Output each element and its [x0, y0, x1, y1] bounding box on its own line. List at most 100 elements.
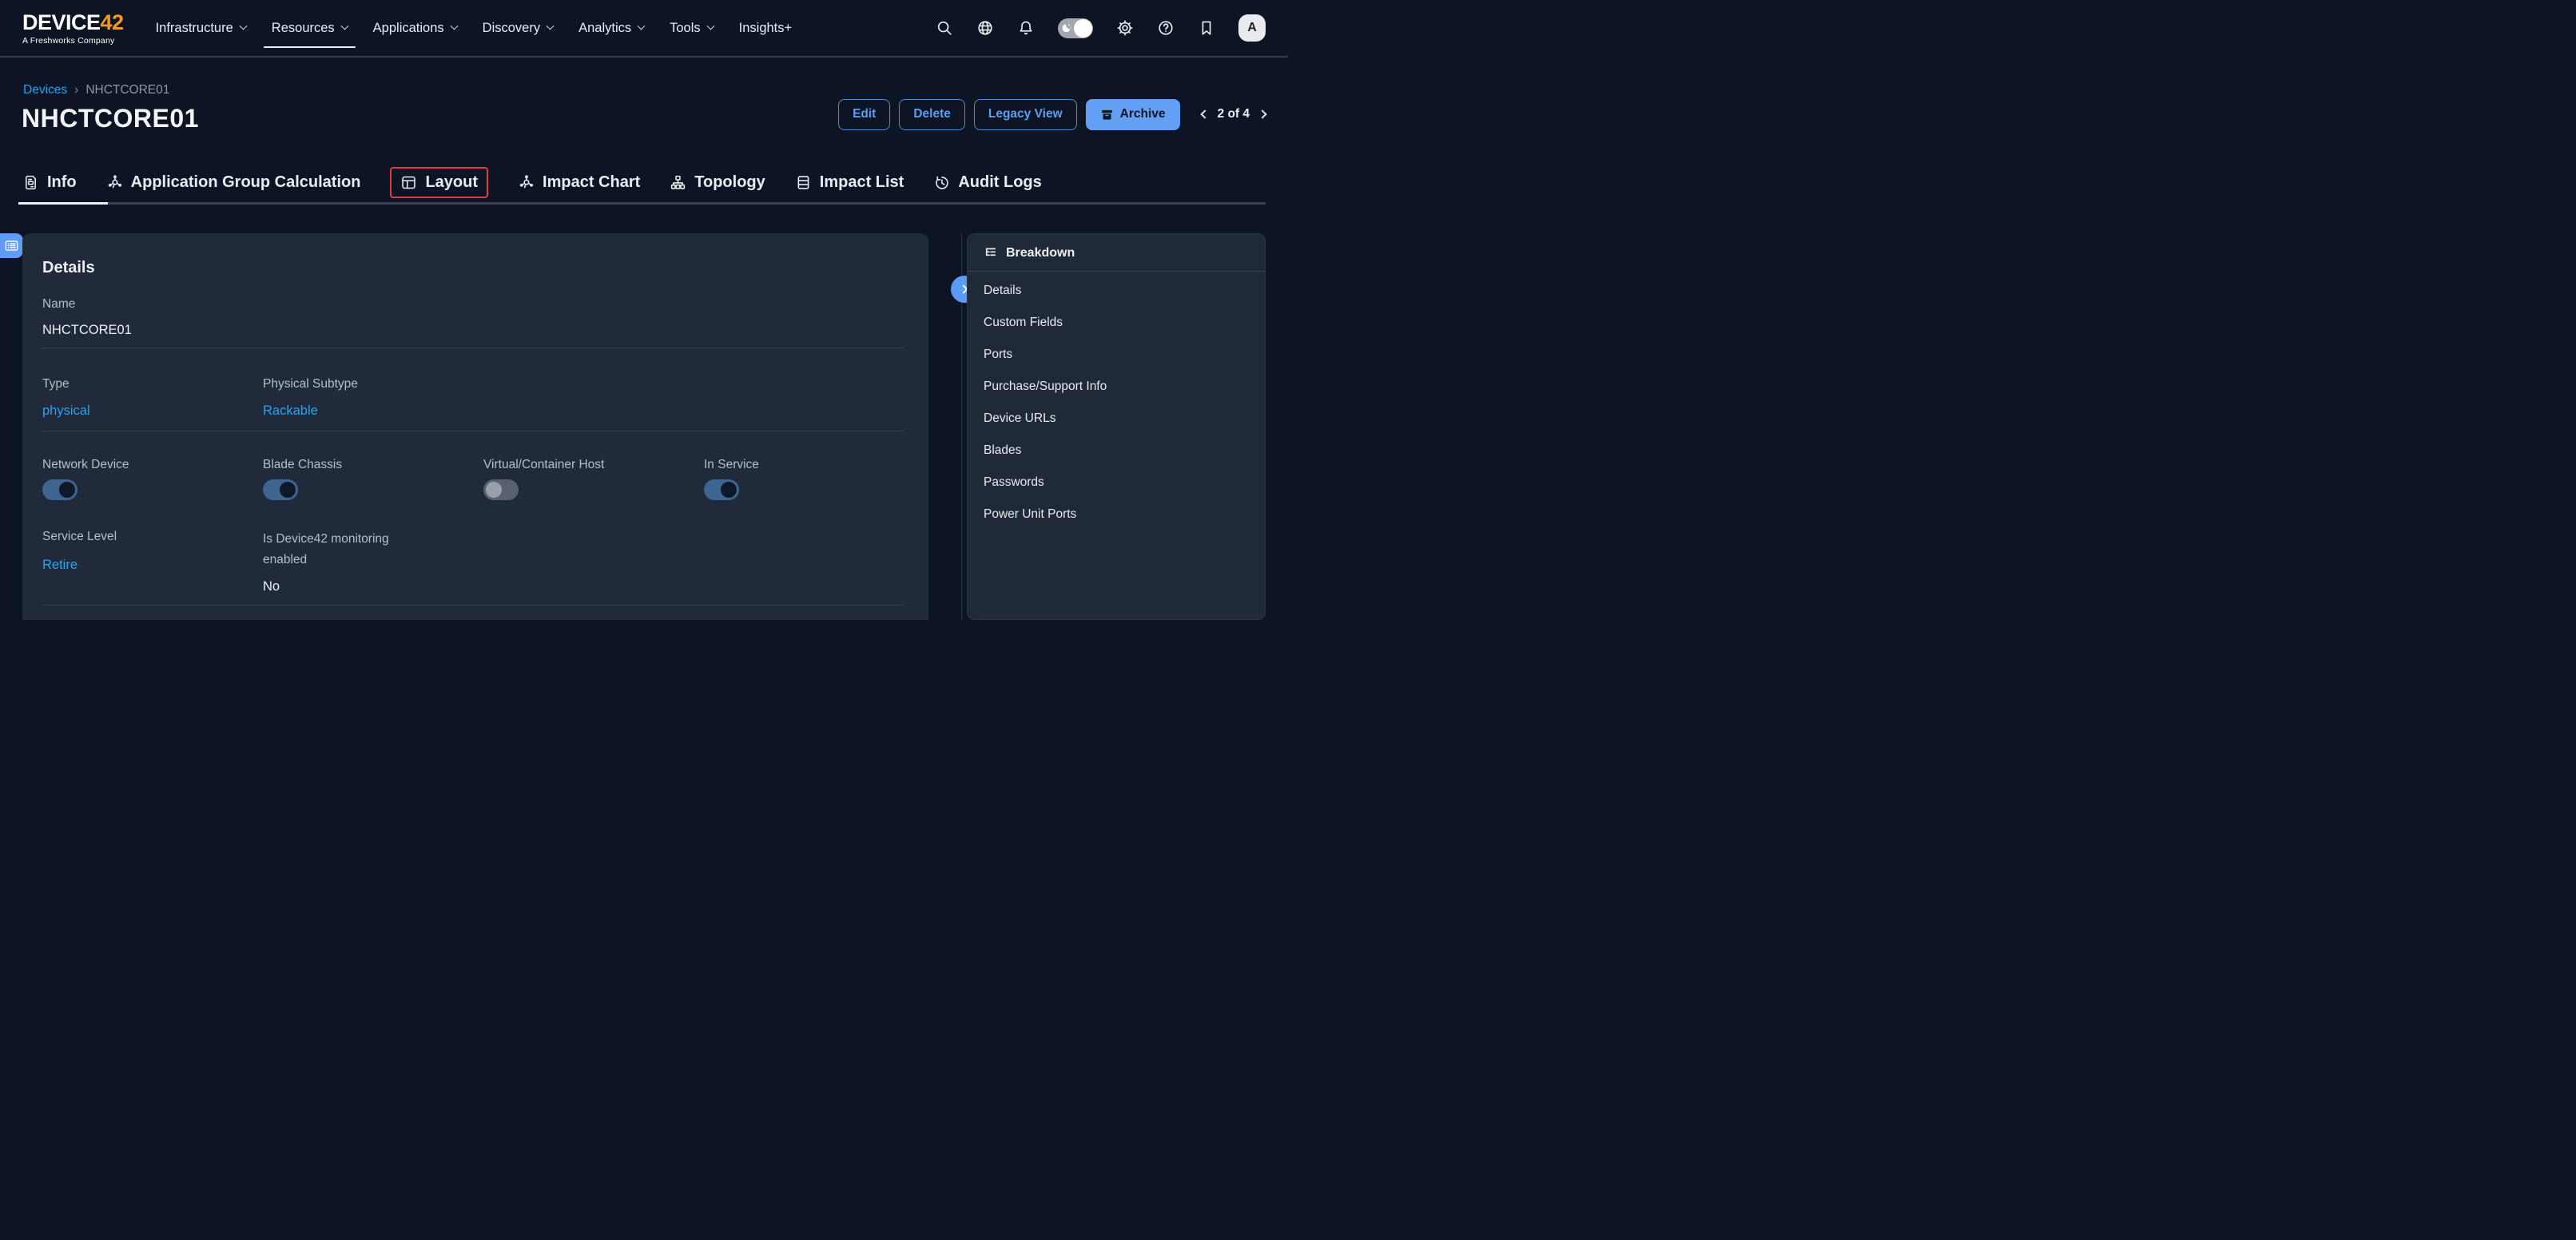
nav-item-resources[interactable]: Resources	[259, 0, 360, 56]
tab-application-group-calculation[interactable]: Application Group Calculation	[106, 173, 361, 192]
sitemap-icon	[670, 174, 686, 191]
breadcrumb: Devices › NHCTCORE01	[23, 83, 169, 97]
action-buttons: Edit Delete Legacy View Archive 2 of 4	[838, 99, 1266, 130]
nav-item-analytics[interactable]: Analytics	[566, 0, 657, 56]
page-title: NHCTCORE01	[22, 104, 199, 133]
monitoring-value: No	[263, 578, 483, 594]
in-service-label: In Service	[704, 457, 924, 472]
name-field: Name NHCTCORE01	[42, 296, 903, 338]
service-level-label: Service Level	[42, 529, 263, 544]
toggles-row: Network Device Blade Chassis Virtual/Con…	[42, 457, 903, 500]
device42-logo[interactable]: DEVICE 42 A Freshworks Company	[22, 10, 124, 46]
breadcrumb-current: NHCTCORE01	[85, 83, 169, 97]
nav-item-applications[interactable]: Applications	[360, 0, 470, 56]
gear-icon[interactable]	[1116, 19, 1134, 37]
archive-button[interactable]: Archive	[1086, 99, 1180, 130]
tab-topology[interactable]: Topology	[670, 173, 765, 192]
edit-button[interactable]: Edit	[838, 99, 890, 130]
nav-item-discovery[interactable]: Discovery	[470, 0, 566, 56]
breakdown-item-purchase-support-info[interactable]: Purchase/Support Info	[984, 380, 1249, 394]
type-value-link[interactable]: physical	[42, 403, 90, 419]
breakdown-item-passwords[interactable]: Passwords	[984, 475, 1249, 490]
device-pager: 2 of 4	[1202, 107, 1266, 121]
help-icon[interactable]	[1157, 19, 1175, 37]
network-device-label: Network Device	[42, 457, 263, 472]
in-service-field: In Service	[704, 457, 924, 500]
breakdown-item-device-urls[interactable]: Device URLs	[984, 411, 1249, 426]
history-icon	[933, 174, 950, 191]
chevron-down-icon	[239, 22, 247, 30]
moon-icon	[1060, 22, 1073, 35]
next-device-button[interactable]	[1258, 110, 1266, 119]
physical-subtype-label: Physical Subtype	[263, 376, 483, 391]
previous-device-button[interactable]	[1200, 110, 1209, 119]
blade-chassis-field: Blade Chassis	[263, 457, 483, 500]
breakdown-item-ports[interactable]: Ports	[984, 348, 1249, 362]
theme-toggle-knob	[1074, 19, 1092, 38]
tab-layout[interactable]: Layout	[400, 173, 478, 192]
document-icon	[22, 174, 39, 191]
breakdown-item-custom-fields[interactable]: Custom Fields	[984, 316, 1249, 330]
avatar[interactable]: A	[1238, 14, 1266, 42]
archive-icon	[1100, 108, 1114, 121]
tab-impact-chart[interactable]: Impact Chart	[518, 173, 640, 192]
logo-brand-accent: 42	[101, 10, 124, 35]
layout-icon	[400, 174, 417, 191]
type-row: Type physical Physical Subtype Rackable	[42, 376, 903, 419]
tab-impact-list[interactable]: Impact List	[795, 173, 904, 192]
breakdown-list: Details Custom Fields Ports Purchase/Sup…	[968, 272, 1265, 551]
chevron-down-icon	[450, 22, 458, 30]
divider	[42, 605, 903, 606]
network-icon	[106, 174, 123, 191]
service-level-row: Service Level Retire Is Device42 monitor…	[42, 529, 903, 594]
blade-chassis-toggle[interactable]	[263, 479, 298, 500]
delete-button[interactable]: Delete	[899, 99, 965, 130]
globe-icon[interactable]	[976, 19, 994, 37]
active-tab-indicator	[18, 202, 108, 205]
type-label: Type	[42, 376, 263, 391]
breadcrumb-separator: ›	[74, 83, 78, 97]
nav-item-infrastructure[interactable]: Infrastructure	[143, 0, 259, 56]
theme-toggle[interactable]	[1058, 18, 1093, 38]
tree-icon	[984, 246, 998, 260]
chevron-down-icon	[340, 22, 348, 30]
network-device-field: Network Device	[42, 457, 263, 500]
rows-icon	[795, 174, 812, 191]
primary-nav: Infrastructure Resources Applications Di…	[143, 0, 805, 56]
virtual-container-host-field: Virtual/Container Host	[483, 457, 704, 500]
nav-utility-icons: A	[936, 14, 1266, 42]
tab-bar: Info Application Group Calculation Layou…	[22, 163, 1266, 205]
details-card: Details Name NHCTCORE01 Type physical Ph…	[22, 233, 928, 620]
nav-item-tools[interactable]: Tools	[657, 0, 726, 56]
breakdown-panel: Breakdown Details Custom Fields Ports Pu…	[967, 233, 1266, 620]
blade-chassis-label: Blade Chassis	[263, 457, 483, 472]
tab-audit-logs[interactable]: Audit Logs	[933, 173, 1041, 192]
in-service-toggle[interactable]	[704, 479, 739, 500]
nav-item-insights[interactable]: Insights+	[726, 0, 805, 56]
bookmark-icon[interactable]	[1198, 19, 1215, 37]
search-icon[interactable]	[936, 19, 953, 37]
top-nav: DEVICE 42 A Freshworks Company Infrastru…	[0, 0, 1288, 58]
breakdown-header: Breakdown	[968, 234, 1265, 272]
breakdown-title: Breakdown	[1006, 246, 1075, 260]
monitoring-field: Is Device42 monitoring enabled No	[263, 529, 483, 594]
bell-icon[interactable]	[1017, 19, 1035, 37]
breakdown-item-details[interactable]: Details	[984, 284, 1249, 298]
chevron-down-icon	[547, 22, 555, 30]
breakdown-item-blades[interactable]: Blades	[984, 443, 1249, 458]
service-level-value-link[interactable]: Retire	[42, 557, 78, 573]
name-value: NHCTCORE01	[42, 322, 903, 338]
breakdown-item-power-unit-ports[interactable]: Power Unit Ports	[984, 507, 1249, 522]
breadcrumb-devices-link[interactable]: Devices	[23, 83, 67, 97]
physical-subtype-value-link[interactable]: Rackable	[263, 403, 318, 419]
service-level-field: Service Level Retire	[42, 529, 263, 594]
virtual-container-host-toggle[interactable]	[483, 479, 519, 500]
network-icon	[518, 174, 535, 191]
type-field: Type physical	[42, 376, 263, 419]
chevron-down-icon	[638, 22, 646, 30]
legacy-view-button[interactable]: Legacy View	[974, 99, 1077, 130]
name-label: Name	[42, 296, 903, 312]
network-device-toggle[interactable]	[42, 479, 78, 500]
details-panel-toggle-tab[interactable]	[0, 233, 23, 258]
tab-info[interactable]: Info	[22, 173, 77, 192]
